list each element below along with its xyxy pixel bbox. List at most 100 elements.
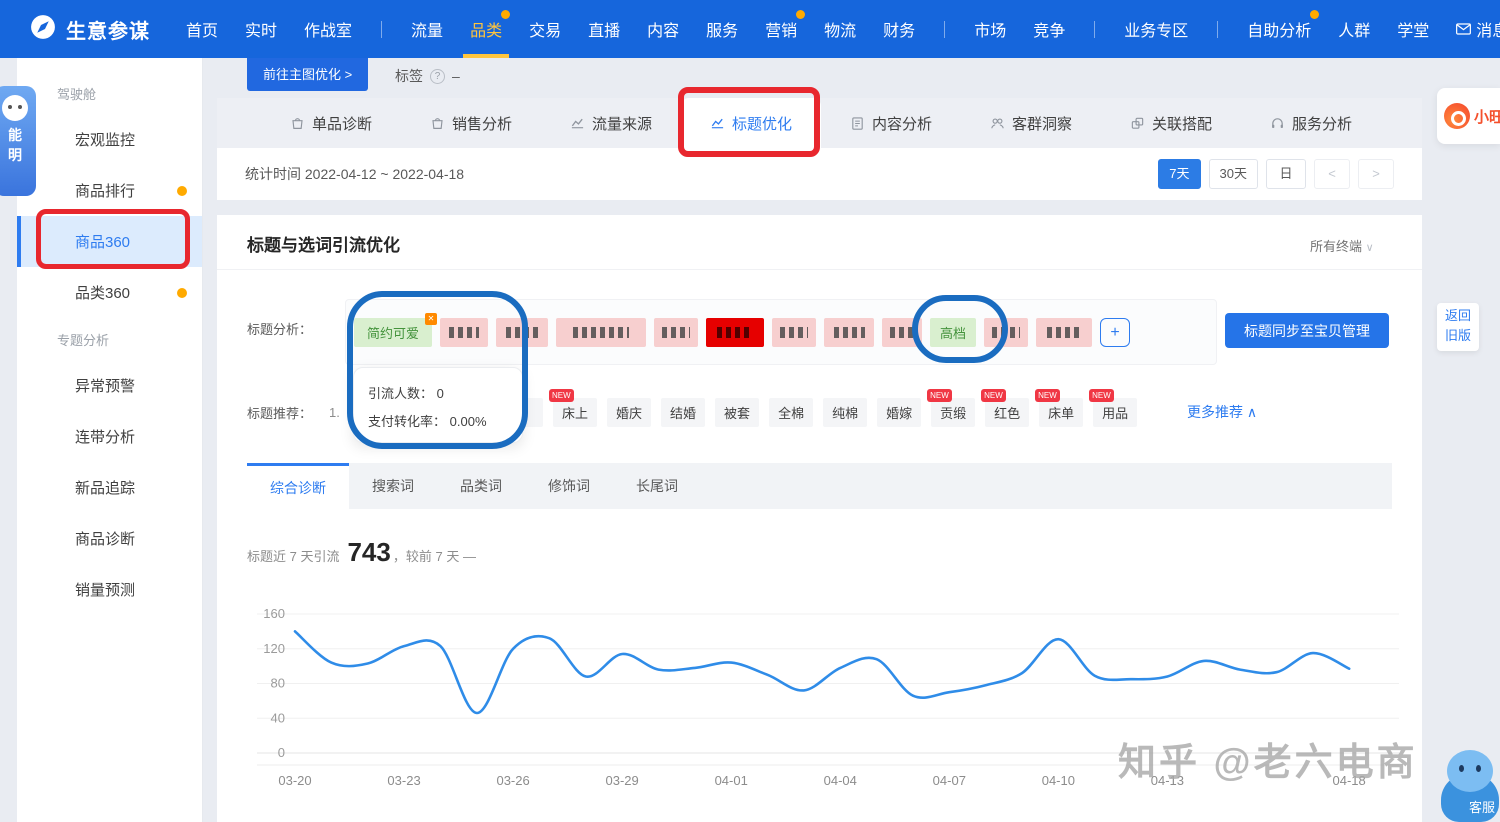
tag-label: 被套 — [724, 403, 750, 422]
recommend-keyword-tag[interactable]: NEW 红色 — [985, 398, 1029, 427]
nav-item[interactable] — [381, 21, 382, 38]
terminal-filter[interactable]: 所有终端 ∨ — [1310, 236, 1374, 255]
nav-item[interactable]: 内容 — [647, 0, 679, 58]
sidebar-item[interactable]: 商品诊断 — [17, 513, 202, 564]
recommend-keyword-tag[interactable]: NEW 婚庆 — [607, 398, 651, 427]
tab-content-analysis[interactable]: 内容分析 — [821, 98, 961, 148]
sync-title-button[interactable]: 标题同步至宝贝管理 — [1225, 313, 1389, 348]
title-keyword-tag[interactable]: ✕ — [824, 318, 874, 347]
nav-item[interactable]: 学堂 — [1397, 0, 1429, 58]
sidebar-item-label: 宏观监控 — [75, 129, 135, 150]
recommend-keyword-tag[interactable]: NEW 贡缎 — [931, 398, 975, 427]
nav-item[interactable]: 竞争 — [1033, 0, 1065, 58]
tab-related-match[interactable]: 关联搭配 — [1101, 98, 1241, 148]
range-button[interactable]: 日 — [1266, 159, 1306, 189]
more-recommend-link[interactable]: 更多推荐 ∧ — [1187, 402, 1257, 422]
tag-label-row: 标签 ? – — [395, 66, 460, 86]
recommend-keyword-tag[interactable]: NEW 全棉 — [769, 398, 813, 427]
nav-item[interactable]: 营销 — [765, 0, 797, 58]
range-button[interactable]: 30天 — [1209, 159, 1258, 189]
title-keyword-tag[interactable]: ✕ — [440, 318, 488, 347]
sidebar-item[interactable]: 品类360 — [17, 267, 202, 318]
sidebar-item[interactable]: 商品360 — [17, 216, 202, 267]
tag-label: 简约可爱 — [367, 323, 419, 342]
nav-item[interactable]: 市场 — [974, 0, 1006, 58]
sidebar-item[interactable]: 宏观监控 — [17, 114, 202, 165]
title-keyword-tag[interactable]: ✕ — [706, 318, 764, 347]
nav-item-label: 作战室 — [304, 17, 352, 41]
nav-item[interactable]: 自助分析 — [1247, 0, 1311, 58]
help-icon[interactable]: ? — [430, 69, 445, 84]
title-keyword-tag[interactable]: ✕ — [882, 318, 922, 347]
svg-text:160: 160 — [263, 606, 285, 621]
recommend-keyword-tag[interactable]: NEW 纯棉 — [823, 398, 867, 427]
title-keyword-tag[interactable]: ✕ — [496, 318, 548, 347]
title-keyword-tag[interactable]: 简约可爱 ✕ — [354, 318, 432, 347]
sidebar-item[interactable]: 驾驶舱 — [17, 72, 202, 114]
nav-item[interactable] — [1217, 21, 1218, 38]
nav-item-label: 学堂 — [1397, 17, 1429, 41]
next-period-button[interactable]: > — [1358, 159, 1394, 189]
add-tag-button[interactable]: + — [1100, 318, 1130, 347]
tab-title-optimization[interactable]: 标题优化 — [681, 98, 821, 148]
nav-item[interactable]: 品类 — [470, 0, 502, 58]
title-keyword-tag[interactable]: 高档 ✕ — [930, 318, 976, 347]
nav-item[interactable]: 业务专区 — [1124, 0, 1188, 58]
recommend-keyword-tag[interactable]: NEW 床上 — [553, 398, 597, 427]
title-keyword-tag[interactable]: ✕ — [772, 318, 816, 347]
bag-icon — [290, 116, 305, 131]
nav-item[interactable]: 直播 — [588, 0, 620, 58]
recommend-keyword-tag[interactable]: NEW 床单 — [1039, 398, 1083, 427]
svg-text:0: 0 — [278, 745, 285, 760]
prev-period-button[interactable]: < — [1314, 159, 1350, 189]
tab-customer-insight[interactable]: 客群洞察 — [961, 98, 1101, 148]
tab-service-analysis[interactable]: 服务分析 — [1241, 98, 1381, 148]
nav-item[interactable]: 实时 — [245, 0, 277, 58]
svg-text:03-20: 03-20 — [278, 773, 311, 788]
subtab[interactable]: 搜索词 — [349, 463, 437, 509]
nav-item[interactable]: 作战室 — [304, 0, 352, 58]
subtab[interactable]: 修饰词 — [525, 463, 613, 509]
title-keyword-tag[interactable]: ✕ — [1036, 318, 1092, 347]
sidebar-item[interactable]: 连带分析 — [17, 411, 202, 462]
title-keyword-tag[interactable]: ✕ — [984, 318, 1028, 347]
tab-product-diagnosis[interactable]: 单品诊断 — [261, 98, 401, 148]
xiaowang-plugin-badge[interactable]: 小旺 — [1437, 88, 1500, 144]
nav-item-label: 品类 — [470, 17, 502, 41]
nav-item[interactable] — [1094, 21, 1095, 38]
nav-item[interactable]: 服务 — [706, 0, 738, 58]
back-to-old-version-button[interactable]: 返回 旧版 — [1437, 303, 1479, 351]
svg-text:80: 80 — [271, 676, 285, 691]
subtab[interactable]: 长尾词 — [613, 463, 701, 509]
sidebar-item[interactable]: 专题分析 — [17, 318, 202, 360]
nav-item[interactable]: 人群 — [1338, 0, 1370, 58]
recommend-keyword-tag[interactable]: NEW 被套 — [715, 398, 759, 427]
customer-service-widget[interactable]: 客服 — [1441, 750, 1499, 822]
nav-item[interactable]: 消息 — [1456, 0, 1500, 58]
notification-dot — [1310, 10, 1319, 19]
nav-item[interactable]: 物流 — [824, 0, 856, 58]
nav-item[interactable]: 首页 — [186, 0, 218, 58]
recommend-keyword-tag[interactable]: NEW 用品 — [1093, 398, 1137, 427]
goto-main-pic-button[interactable]: 前往主图优化 > — [247, 58, 368, 91]
nav-item[interactable] — [944, 21, 945, 38]
nav-item[interactable]: 交易 — [529, 0, 561, 58]
subtab[interactable]: 品类词 — [437, 463, 525, 509]
nav-item[interactable]: 流量 — [411, 0, 443, 58]
sidebar-item[interactable]: 异常预警 — [17, 360, 202, 411]
range-button[interactable]: 7天 — [1158, 159, 1200, 189]
recommend-keyword-tag[interactable]: NEW 结婚 — [661, 398, 705, 427]
title-keyword-tag[interactable]: ✕ — [556, 318, 646, 347]
sidebar-item[interactable]: 商品排行 — [17, 165, 202, 216]
sidebar-item[interactable]: 销量预测 — [17, 564, 202, 615]
title-keyword-tag[interactable]: ✕ — [654, 318, 698, 347]
brand[interactable]: 生意参谋 — [30, 14, 150, 45]
subtab[interactable]: 综合诊断 — [247, 463, 349, 509]
assistant-widget[interactable]: 能 明 — [0, 86, 36, 196]
sidebar-item[interactable]: 新品追踪 — [17, 462, 202, 513]
tab-traffic-source[interactable]: 流量来源 — [541, 98, 681, 148]
traffic-value: 743 — [347, 537, 390, 568]
tab-sales-analysis[interactable]: 销售分析 — [401, 98, 541, 148]
recommend-keyword-tag[interactable]: NEW 婚嫁 — [877, 398, 921, 427]
nav-item[interactable]: 财务 — [883, 0, 915, 58]
